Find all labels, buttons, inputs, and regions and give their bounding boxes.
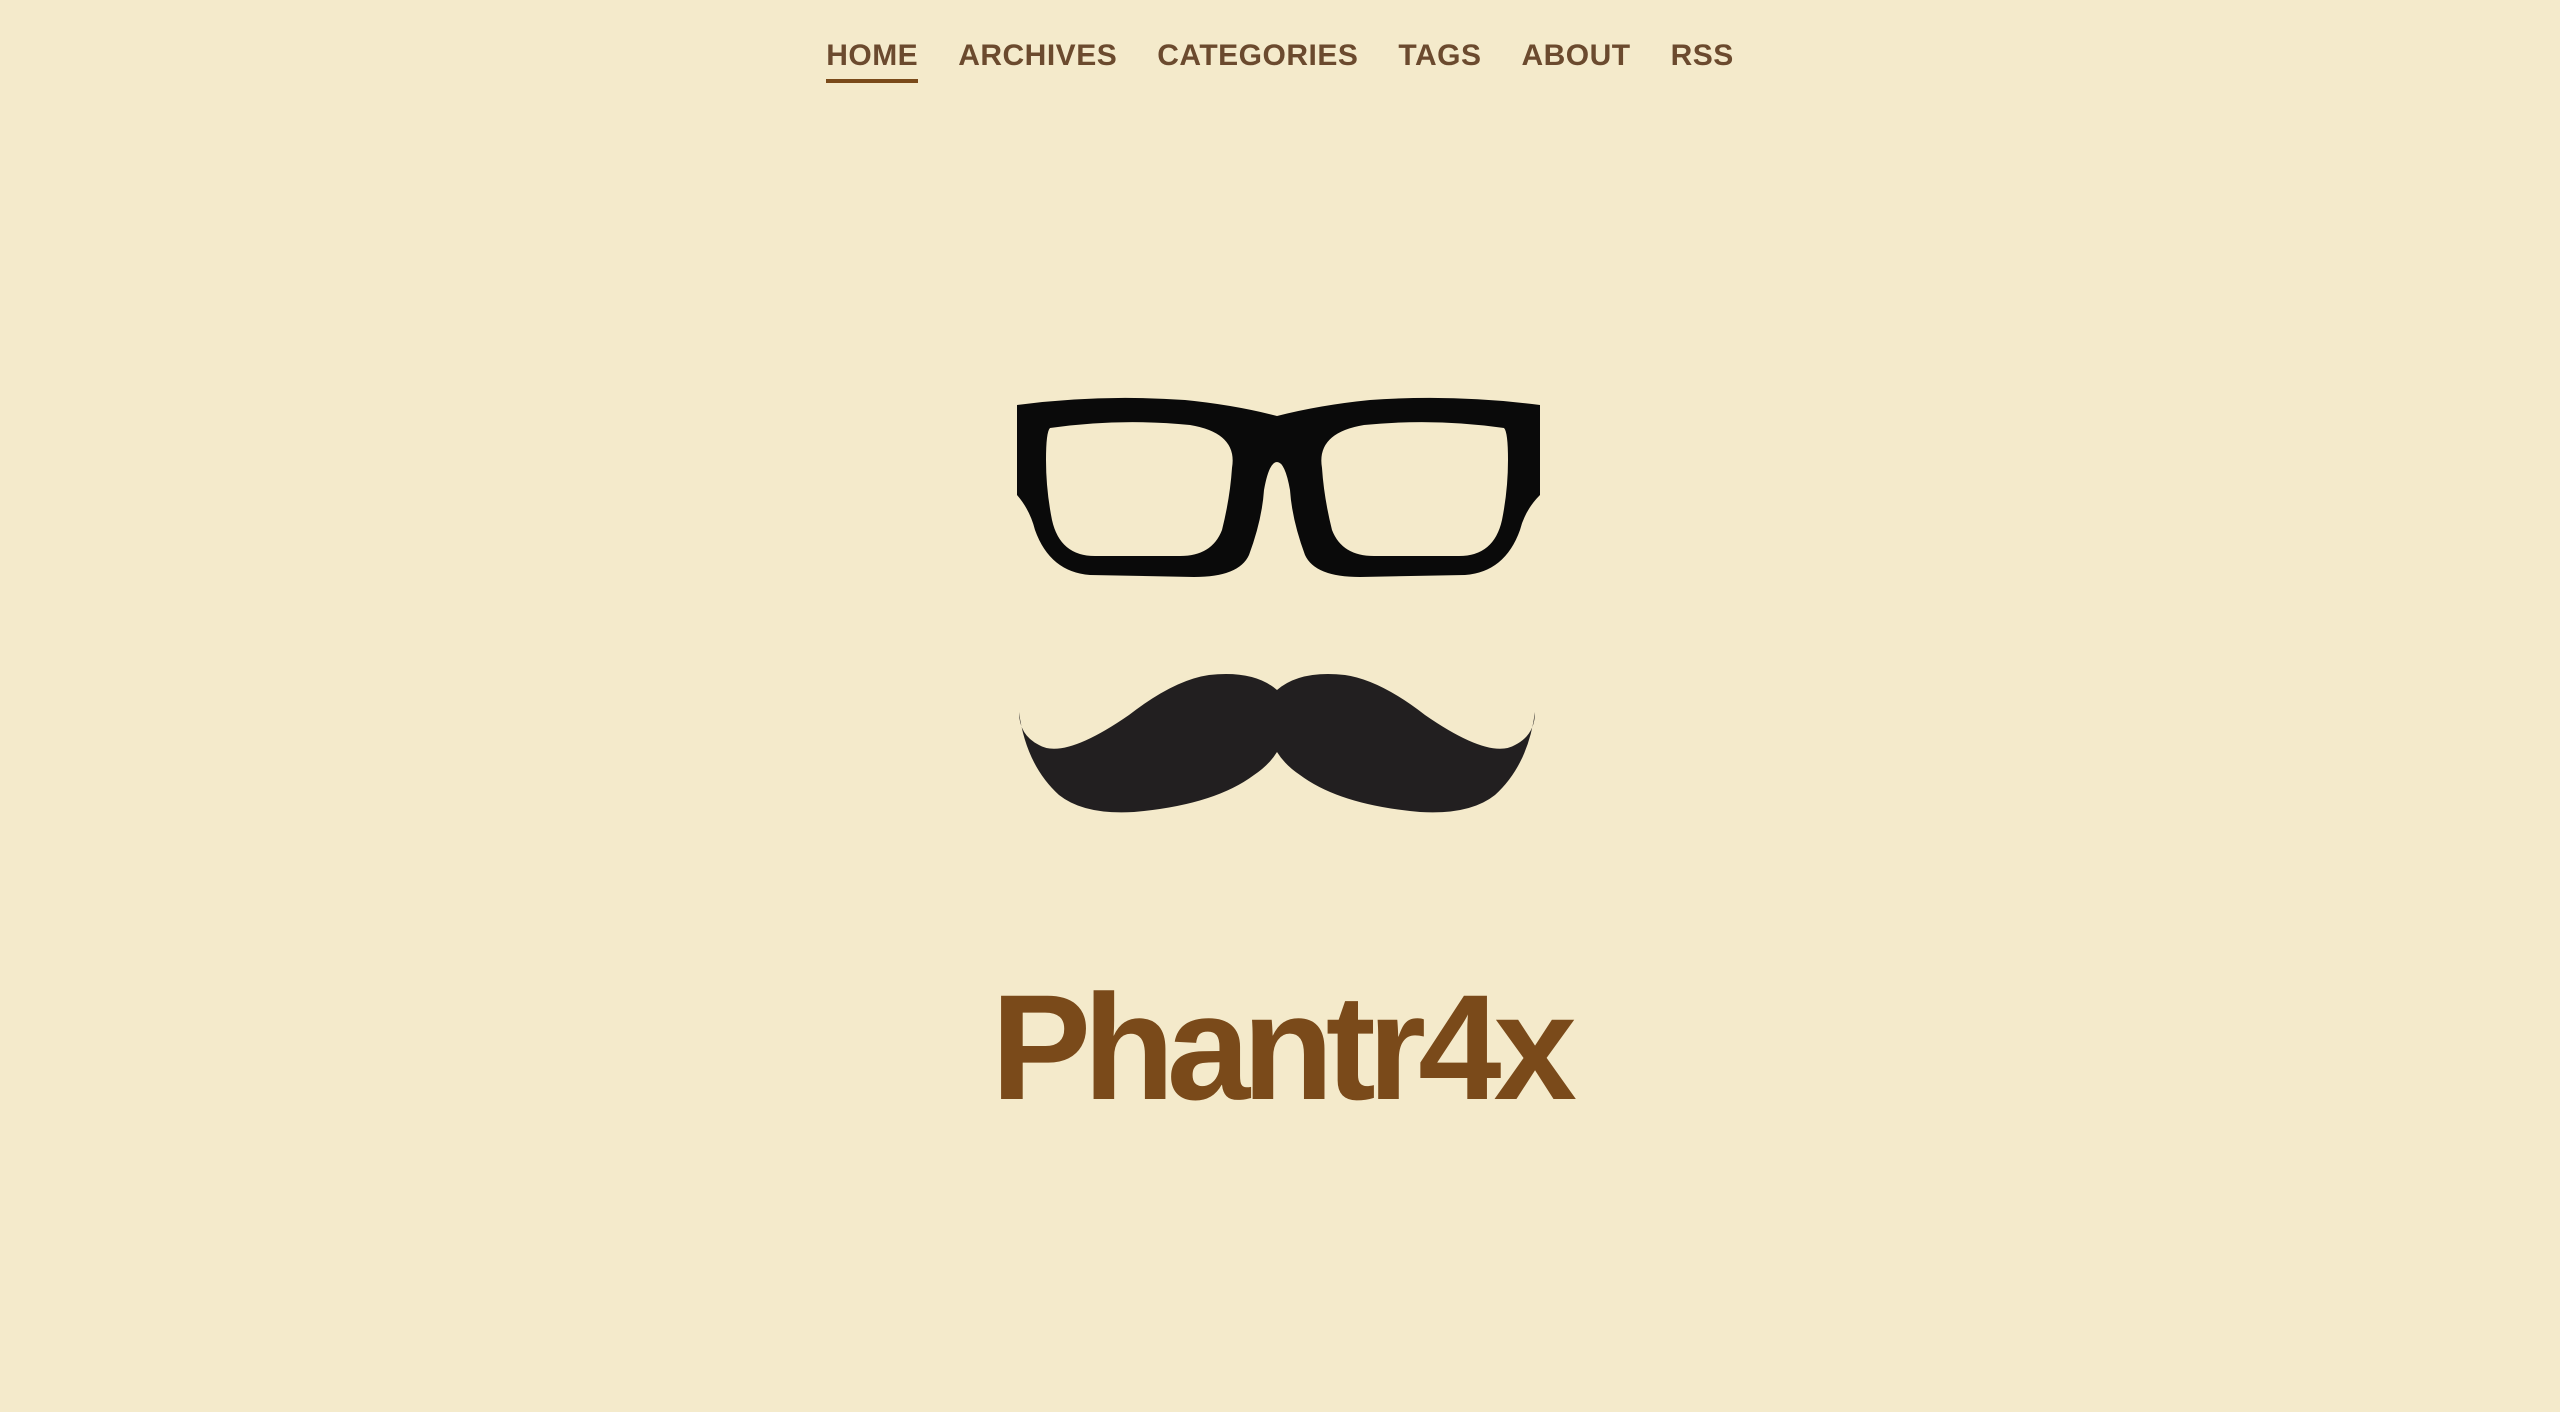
- mustache-icon: [1019, 674, 1535, 813]
- site-title: Phantr4x: [991, 963, 1577, 1131]
- nav-rss[interactable]: RSS: [1671, 36, 1734, 83]
- nav-home[interactable]: HOME: [826, 36, 919, 83]
- nav-about[interactable]: ABOUT: [1521, 36, 1630, 83]
- glasses-icon: [1017, 397, 1540, 577]
- main-nav: HOME ARCHIVES CATEGORIES TAGS ABOUT RSS: [0, 36, 2560, 83]
- avatar: [1017, 397, 1540, 813]
- nav-categories[interactable]: CATEGORIES: [1157, 36, 1358, 83]
- nav-archives[interactable]: ARCHIVES: [958, 36, 1117, 83]
- nav-tags[interactable]: TAGS: [1398, 36, 1481, 83]
